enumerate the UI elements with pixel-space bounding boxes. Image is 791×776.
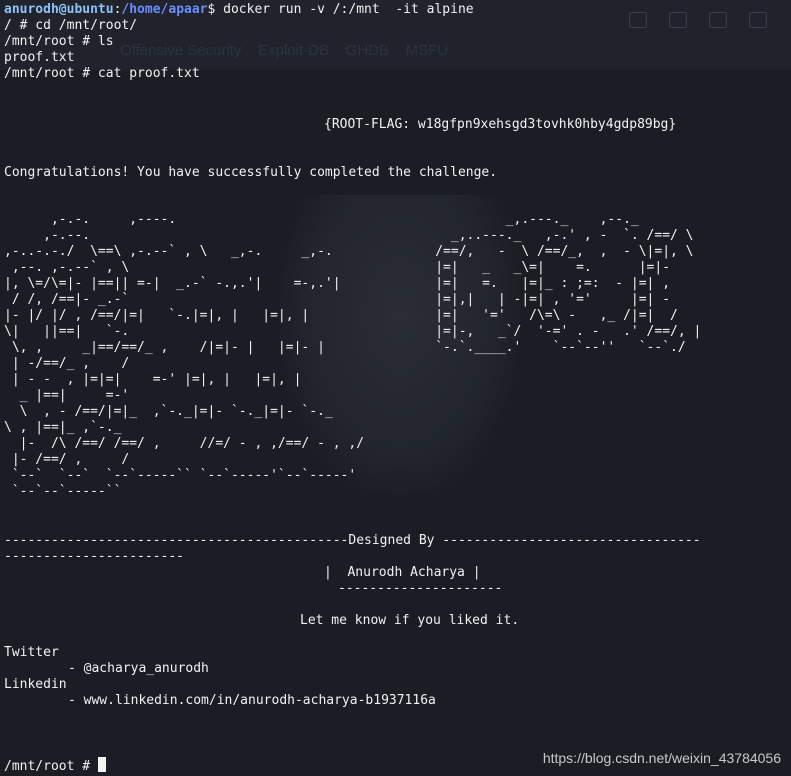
designer-underline: ---------------------: [338, 581, 503, 596]
linkedin-label: Linkedin: [4, 677, 67, 692]
congratulations-message: Congratulations! You have successfully c…: [4, 165, 498, 180]
final-prompt-line[interactable]: /mnt/root #: [4, 757, 106, 775]
linkedin-url: - www.linkedin.com/in/anurodh-acharya-b1…: [68, 693, 436, 708]
terminal-cursor: [97, 757, 106, 772]
history-line: / # cd /mnt/root/: [4, 18, 138, 33]
designer-name-box: | Anurodh Acharya |: [324, 565, 481, 580]
feedback-message: Let me know if you liked it.: [300, 613, 520, 628]
designer-name: Anurodh Acharya: [347, 565, 465, 580]
divider-continuation: -----------------------: [4, 549, 185, 564]
docker-command-line: anurodh@ubuntu:/home/apaar$ docker run -…: [4, 2, 474, 17]
root-flag: {ROOT-FLAG: w18gfpn9xehsgd3tovhk0hby4gdp…: [324, 117, 677, 132]
history-line: proof.txt: [4, 50, 75, 65]
history-line: /mnt/root # ls: [4, 34, 114, 49]
final-prompt: /mnt/root #: [4, 759, 98, 774]
twitter-handle: - @acharya_anurodh: [68, 661, 209, 676]
history-line: /mnt/root # cat proof.txt: [4, 66, 200, 81]
watermark: https://blog.csdn.net/weixin_43784056: [542, 750, 781, 766]
terminal-output: anurodh@ubuntu:/home/apaar$ docker run -…: [4, 2, 787, 82]
designed-by-divider: ----------------------------------------…: [4, 533, 701, 548]
ascii-art-right: _,.---._ ,--._ _,..---._ ,-.' , - `. /==…: [435, 212, 702, 355]
twitter-label: Twitter: [4, 645, 59, 660]
